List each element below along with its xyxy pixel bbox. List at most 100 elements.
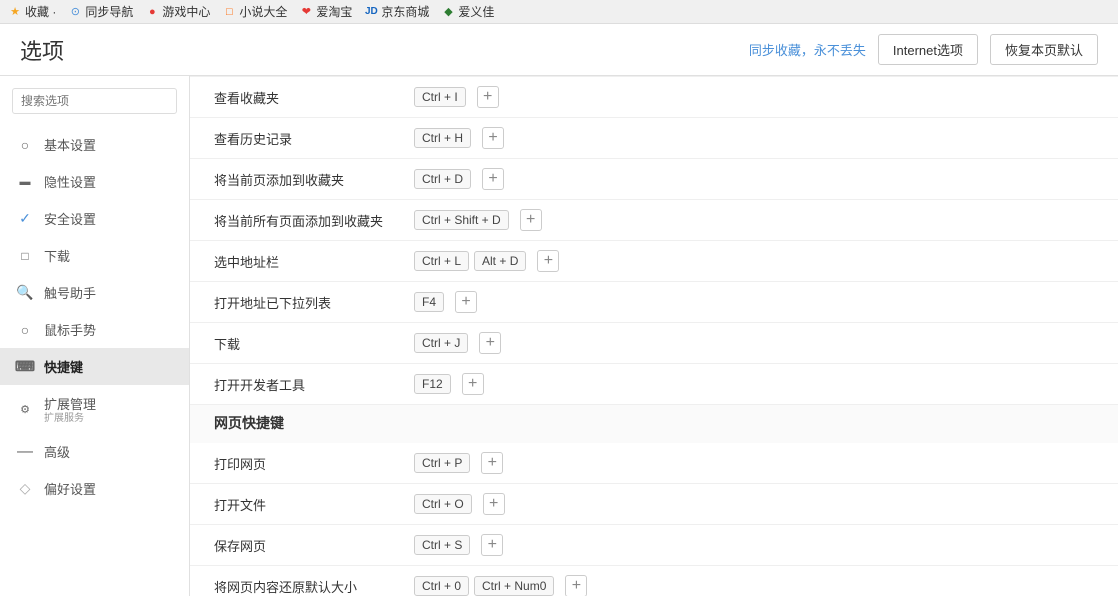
add-shortcut-button[interactable]: +: [482, 168, 504, 190]
shortcut-row-dropdown: 打开地址已下拉列表 F4 +: [190, 282, 1118, 323]
page-header: 选项 同步收藏，永不丢失 Internet选项 恢复本页默认: [0, 24, 1118, 76]
settings-icon: ○: [16, 136, 34, 154]
keyboard-icon: ⌨: [16, 358, 34, 376]
shortcut-row-history: 查看历史记录 Ctrl + H +: [190, 118, 1118, 159]
shortcut-row-addressbar: 选中地址栏 Ctrl + L Alt + D +: [190, 241, 1118, 282]
sidebar-item-advanced[interactable]: — 高级: [0, 433, 189, 470]
bookmark-item-syncnav[interactable]: ⊙ 同步导航: [68, 3, 133, 20]
add-shortcut-button[interactable]: +: [537, 250, 559, 272]
sidebar-item-account[interactable]: 🔍 触号助手: [0, 274, 189, 311]
add-shortcut-button[interactable]: +: [483, 493, 505, 515]
internet-options-button[interactable]: Internet选项: [878, 34, 978, 65]
extension-icon: ⚙: [16, 400, 34, 418]
shortcut-keys: Ctrl + I +: [414, 86, 1094, 108]
search-icon: 🔍: [16, 284, 34, 302]
add-shortcut-button[interactable]: +: [477, 86, 499, 108]
sync-link[interactable]: 同步收藏，永不丢失: [749, 40, 866, 59]
shortcut-row-print: 打印网页 Ctrl + P +: [190, 443, 1118, 484]
add-shortcut-button[interactable]: +: [481, 452, 503, 474]
shortcuts-section-2: 网页快捷键 打印网页 Ctrl + P + 打开文件 Ctrl + O + 保存…: [190, 405, 1118, 596]
key-f12: F12: [414, 374, 451, 394]
key-ctrl-s: Ctrl + S: [414, 535, 470, 555]
sidebar-item-label: 快捷键: [44, 357, 83, 376]
key-ctrl-o: Ctrl + O: [414, 494, 472, 514]
add-shortcut-button[interactable]: +: [520, 209, 542, 231]
shortcut-name: 将当前所有页面添加到收藏夹: [214, 211, 414, 230]
restore-defaults-button[interactable]: 恢复本页默认: [990, 34, 1098, 65]
sidebar-item-label: 触号助手: [44, 283, 96, 302]
shortcut-name: 查看收藏夹: [214, 88, 414, 107]
shortcut-row-reset-zoom: 将网页内容还原默认大小 Ctrl + 0 Ctrl + Num0 +: [190, 566, 1118, 596]
shortcut-keys: Ctrl + Shift + D +: [414, 209, 1094, 231]
bookmark-label: 同步导航: [85, 3, 133, 20]
bookmark-label: 游戏中心: [162, 3, 210, 20]
key-ctrl-l: Ctrl + L: [414, 251, 469, 271]
shortcut-name: 查看历史记录: [214, 129, 414, 148]
add-shortcut-button[interactable]: +: [481, 534, 503, 556]
search-input[interactable]: [12, 88, 177, 114]
key-ctrl-p: Ctrl + P: [414, 453, 470, 473]
download-icon: □: [16, 247, 34, 265]
shortcut-keys: Ctrl + P +: [414, 452, 1094, 474]
shortcut-keys: Ctrl + O +: [414, 493, 1094, 515]
sidebar-item-security[interactable]: ✓ 安全设置: [0, 200, 189, 237]
shortcut-row-open-file: 打开文件 Ctrl + O +: [190, 484, 1118, 525]
bookmark-item-jd[interactable]: JD 京东商城: [364, 3, 429, 20]
shortcut-name: 选中地址栏: [214, 252, 414, 271]
ayjia-icon: ◆: [441, 5, 455, 19]
sidebar-item-label: 偏好设置: [44, 479, 96, 498]
sidebar-item-extensions[interactable]: ⚙ 扩展管理 扩展服务: [0, 385, 189, 433]
sidebar-item-label: 隐性设置: [44, 172, 96, 191]
main-layout: ○ 基本设置 ▬ 隐性设置 ✓ 安全设置 □ 下载 🔍 触号助手 ○ 鼠标手势 …: [0, 76, 1118, 596]
key-ctrl-0: Ctrl + 0: [414, 576, 469, 596]
sidebar-item-basic[interactable]: ○ 基本设置: [0, 126, 189, 163]
add-shortcut-button[interactable]: +: [462, 373, 484, 395]
shortcut-row-devtools: 打开开发者工具 F12 +: [190, 364, 1118, 405]
shortcut-keys: Ctrl + H +: [414, 127, 1094, 149]
shortcuts-section-1: 查看收藏夹 Ctrl + I + 查看历史记录 Ctrl + H + 将当前页添…: [190, 76, 1118, 405]
shortcut-keys: Ctrl + L Alt + D +: [414, 250, 1094, 272]
shortcut-row-add-all-bookmarks: 将当前所有页面添加到收藏夹 Ctrl + Shift + D +: [190, 200, 1118, 241]
sidebar-item-label: 扩展管理: [44, 394, 96, 413]
sidebar-item-preferences[interactable]: ◇ 偏好设置: [0, 470, 189, 507]
circle-icon: ⊙: [68, 5, 82, 19]
key-alt-d: Alt + D: [474, 251, 526, 271]
bookmark-label: 爱义佳: [458, 3, 494, 20]
shortcut-keys: Ctrl + S +: [414, 534, 1094, 556]
add-shortcut-button[interactable]: +: [479, 332, 501, 354]
shortcut-name: 将网页内容还原默认大小: [214, 577, 414, 596]
shortcut-name: 下载: [214, 334, 414, 353]
shortcut-keys: F4 +: [414, 291, 1094, 313]
shortcut-row-download: 下载 Ctrl + J +: [190, 323, 1118, 364]
bookmark-item-taobao[interactable]: ❤ 爱淘宝: [299, 3, 352, 20]
sidebar-item-sublabel: 扩展服务: [44, 414, 96, 424]
sidebar-item-display[interactable]: ▬ 隐性设置: [0, 163, 189, 200]
header-right: 同步收藏，永不丢失 Internet选项 恢复本页默认: [749, 34, 1098, 65]
bookmark-label: 京东商城: [381, 3, 429, 20]
sidebar-item-mouse[interactable]: ○ 鼠标手势: [0, 311, 189, 348]
bookmark-item-favorites[interactable]: ★ 收藏 ·: [8, 3, 56, 20]
novel-icon: □: [222, 5, 236, 19]
bookmark-item-ayjia[interactable]: ◆ 爱义佳: [441, 3, 494, 20]
bookmark-item-novels[interactable]: □ 小说大全: [222, 3, 287, 20]
bookmark-item-gamecenter[interactable]: ● 游戏中心: [145, 3, 210, 20]
shortcut-keys: Ctrl + 0 Ctrl + Num0 +: [414, 575, 1094, 596]
shortcut-row-save: 保存网页 Ctrl + S +: [190, 525, 1118, 566]
sidebar-item-shortcuts[interactable]: ⌨ 快捷键: [0, 348, 189, 385]
sidebar-item-inner: 扩展管理 扩展服务: [44, 394, 96, 424]
shortcut-name: 打开开发者工具: [214, 375, 414, 394]
shortcut-keys: F12 +: [414, 373, 1094, 395]
shortcut-name: 打开地址已下拉列表: [214, 293, 414, 312]
bookmark-label: 小说大全: [239, 3, 287, 20]
taobao-icon: ❤: [299, 5, 313, 19]
add-shortcut-button[interactable]: +: [482, 127, 504, 149]
sidebar-item-download[interactable]: □ 下载: [0, 237, 189, 274]
key-ctrl-num0: Ctrl + Num0: [474, 576, 554, 596]
diamond-icon: ◇: [16, 480, 34, 498]
add-shortcut-button[interactable]: +: [455, 291, 477, 313]
key-f4: F4: [414, 292, 444, 312]
add-shortcut-button[interactable]: +: [565, 575, 587, 596]
jd-icon: JD: [364, 5, 378, 19]
key-ctrl-j: Ctrl + J: [414, 333, 468, 353]
section-header-webpage: 网页快捷键: [190, 405, 1118, 443]
